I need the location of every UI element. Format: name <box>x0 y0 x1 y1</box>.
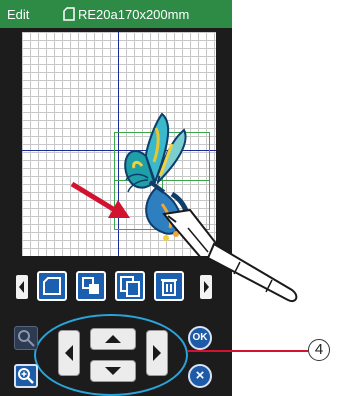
arrow-left-icon <box>19 281 24 293</box>
callout-number: 4 <box>308 339 330 361</box>
rotate-button[interactable] <box>76 271 106 301</box>
copy-icon <box>120 276 140 297</box>
hoop-size-label: RE20a170x200mm <box>78 7 190 22</box>
ok-button[interactable]: OK <box>188 326 212 350</box>
rotate-icon <box>82 277 99 294</box>
edit-toolbar <box>16 268 222 306</box>
move-left-button[interactable] <box>58 330 80 376</box>
layout-icon <box>43 277 61 295</box>
move-down-button[interactable] <box>90 360 136 382</box>
arrow-right-icon <box>153 345 161 361</box>
layout-button[interactable] <box>37 271 67 301</box>
delete-icon <box>161 279 177 296</box>
zoom-button[interactable] <box>14 364 38 388</box>
title-bar: Edit RE20a170x200mm <box>0 0 232 28</box>
move-right-button[interactable] <box>146 330 168 376</box>
arrow-up-icon <box>105 335 121 343</box>
magnify-button[interactable] <box>14 326 38 350</box>
move-up-button[interactable] <box>90 328 136 350</box>
arrow-down-icon <box>105 367 121 375</box>
toolbar-prev-button[interactable] <box>16 275 28 299</box>
embroidery-canvas[interactable] <box>22 32 216 256</box>
zoom-icon <box>18 368 34 384</box>
callout-line <box>188 350 308 352</box>
hoop-icon <box>63 7 75 21</box>
arrow-left-icon <box>65 345 73 361</box>
red-pointer-arrow <box>70 181 130 218</box>
mode-label: Edit <box>7 7 30 22</box>
cancel-button[interactable]: × <box>188 364 212 388</box>
delete-button[interactable] <box>154 271 184 301</box>
copy-button[interactable] <box>115 271 145 301</box>
toolbar-next-button[interactable] <box>200 275 212 299</box>
magnify-glass-icon <box>18 330 35 347</box>
arrow-right-icon <box>204 281 209 293</box>
